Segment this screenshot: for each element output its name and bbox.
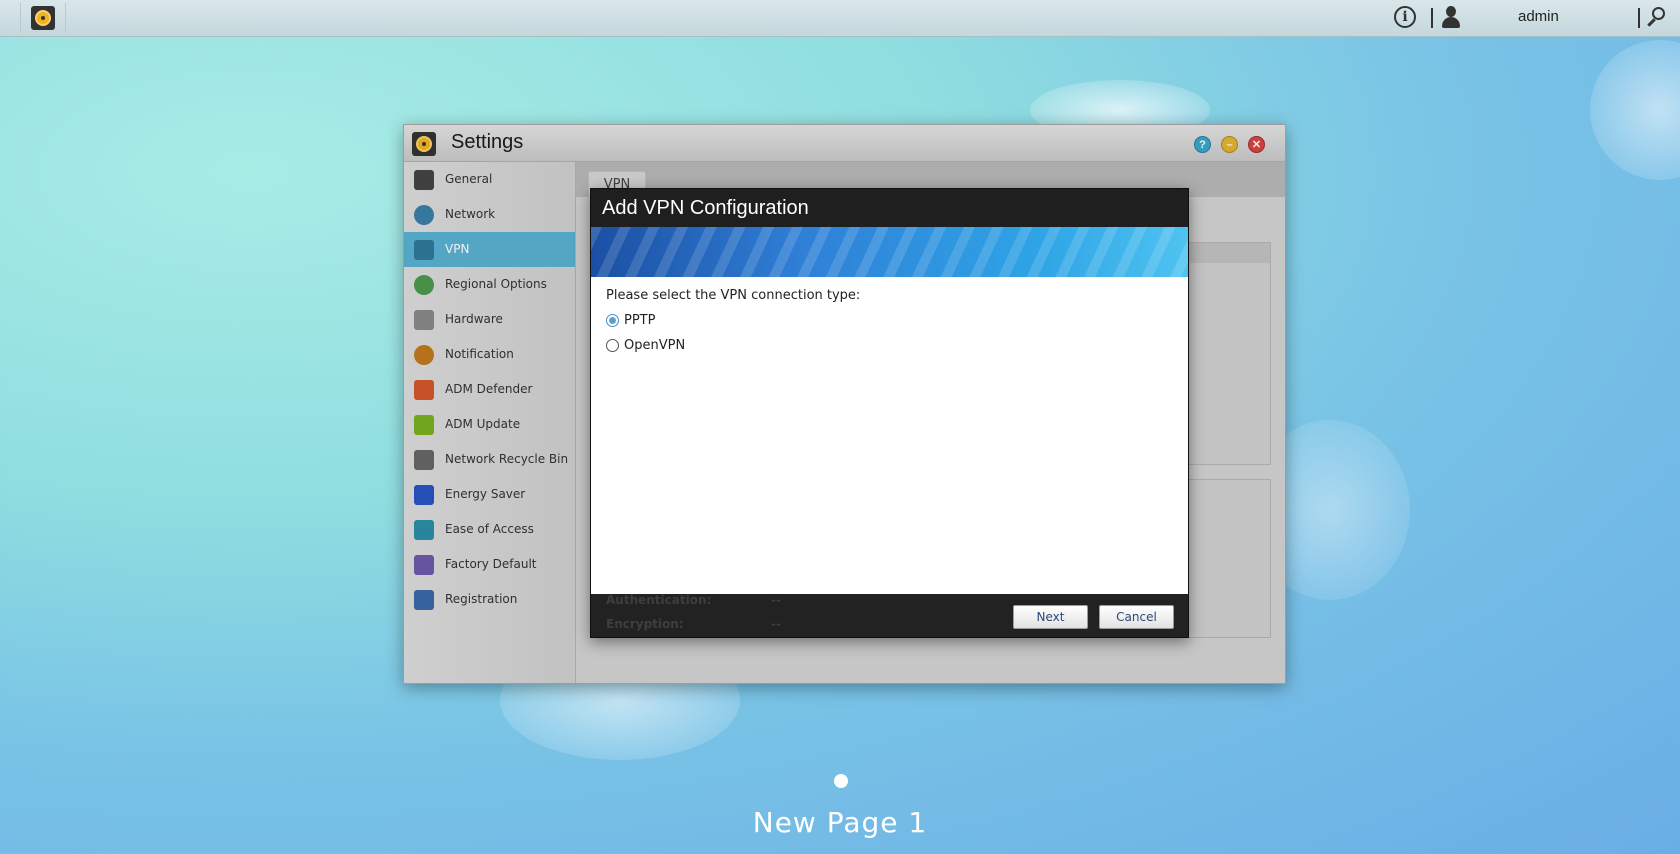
settings-app-icon — [31, 6, 55, 30]
openvpn-radio[interactable] — [606, 339, 619, 352]
add-vpn-dialog: Add VPN Configuration Please select the … — [590, 188, 1189, 638]
authentication-label: Authentication: — [606, 593, 712, 607]
desktop-page-name: New Page 1 — [752, 806, 928, 839]
divider — [1638, 8, 1640, 28]
connection-type-prompt: Please select the VPN connection type: — [606, 288, 861, 303]
username-label[interactable]: admin — [1518, 8, 1559, 25]
search-icon[interactable] — [1646, 7, 1668, 29]
encryption-label: Encryption: — [606, 617, 684, 631]
authentication-value: -- — [771, 593, 781, 607]
user-icon[interactable] — [1440, 6, 1462, 28]
taskbar: i admin — [0, 0, 1680, 37]
app-launcher-button[interactable] — [20, 3, 66, 33]
page-indicator-dot[interactable] — [834, 774, 848, 788]
dialog-body: Please select the VPN connection type: P… — [591, 277, 1188, 594]
pptp-label[interactable]: PPTP — [624, 313, 655, 328]
next-button[interactable]: Next — [1013, 605, 1088, 629]
option-pptp[interactable]: PPTP — [606, 313, 655, 328]
dialog-banner — [591, 227, 1188, 277]
option-openvpn[interactable]: OpenVPN — [606, 338, 685, 353]
background-glow — [1590, 40, 1680, 180]
divider — [1431, 8, 1433, 28]
dialog-footer: Authentication: -- Encryption: -- Next C… — [591, 593, 1188, 637]
dialog-title: Add VPN Configuration — [602, 197, 809, 219]
info-icon[interactable]: i — [1394, 6, 1416, 28]
pptp-radio[interactable] — [606, 314, 619, 327]
cancel-button[interactable]: Cancel — [1099, 605, 1174, 629]
openvpn-label[interactable]: OpenVPN — [624, 338, 685, 353]
encryption-value: -- — [771, 617, 781, 631]
